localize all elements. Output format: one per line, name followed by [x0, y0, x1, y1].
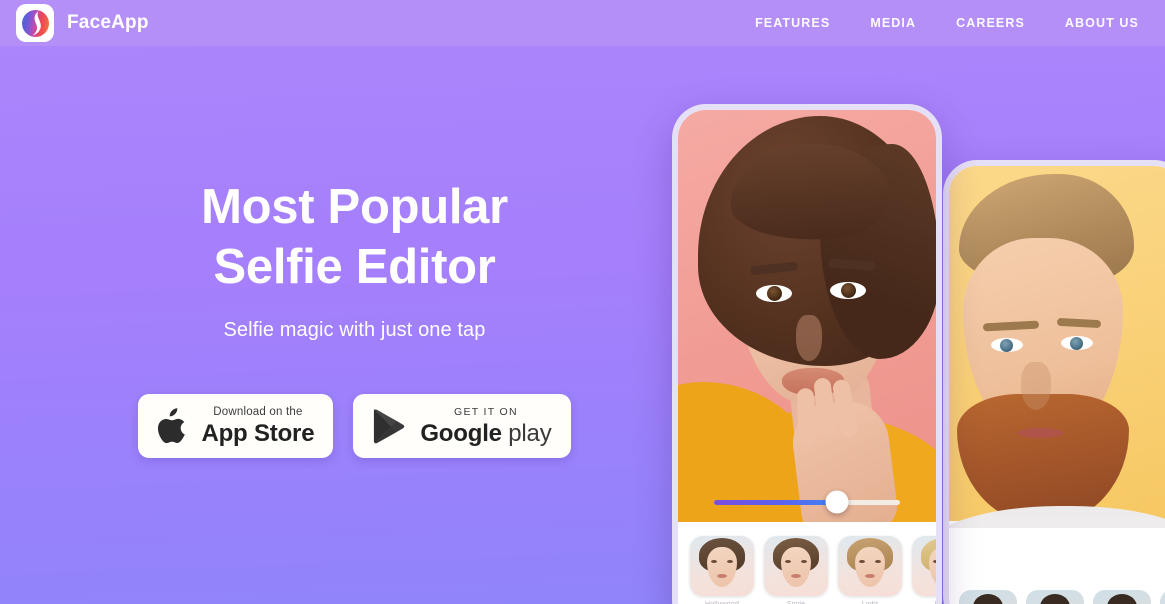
brand-logo-link[interactable]: FaceApp [16, 4, 149, 42]
app-store-small-label: Download on the [213, 405, 303, 418]
list-item[interactable]: Blond [912, 536, 936, 604]
logo-swoosh-icon [32, 11, 41, 35]
store-badges: Download on the App Store GET IT ON Goog… [85, 394, 625, 459]
site-header: FaceApp FEATURES MEDIA CAREERS ABOUT US [0, 0, 1165, 46]
thumbnail-item[interactable] [959, 590, 1017, 604]
hero-subtitle: Selfie magic with just one tap [223, 319, 486, 342]
nav-item-about-us[interactable]: ABOUT US [1065, 16, 1139, 30]
google-play-small-label: GET IT ON [454, 406, 518, 419]
brand-name: FaceApp [67, 12, 149, 33]
thumbnail-item[interactable] [1026, 590, 1084, 604]
nav-item-media[interactable]: MEDIA [870, 16, 916, 30]
main-navigation: FEATURES MEDIA CAREERS ABOUT US [755, 16, 1139, 30]
phone-back-bottom-panel [949, 528, 1165, 604]
headline-line-2: Selfie Editor [213, 239, 496, 294]
hero-section: Most Popular Selfie Editor Selfie magic … [0, 46, 709, 604]
nav-item-careers[interactable]: CAREERS [956, 16, 1025, 30]
phone-mockup-front: Hollywood Smile Light [672, 104, 942, 604]
google-play-button[interactable]: GET IT ON Google play [353, 394, 571, 459]
phone-mockup-back [943, 160, 1165, 604]
bearded-man-portrait-photo [949, 166, 1165, 521]
google-play-main-label-light: play [508, 419, 552, 447]
list-item[interactable]: Smile [764, 536, 828, 604]
slider-fill [714, 499, 837, 505]
filter-thumbnail-strip: Hollywood Smile Light [678, 522, 936, 604]
slider-thumb[interactable] [825, 490, 849, 514]
faceapp-logo-icon [16, 4, 54, 42]
woman-portrait-photo [678, 110, 936, 522]
headline-line-1: Most Popular [201, 179, 508, 234]
thumbnail-item[interactable] [1093, 590, 1151, 604]
intensity-slider[interactable] [714, 488, 900, 516]
page-title: Most Popular Selfie Editor [85, 178, 625, 298]
google-play-main-label: Google [420, 419, 502, 447]
google-play-icon [372, 408, 406, 444]
thumbnail-image [764, 536, 828, 596]
list-item[interactable]: Light [838, 536, 902, 604]
app-store-main-label: App Store [201, 420, 315, 448]
slider-track[interactable] [714, 490, 900, 514]
thumbnail-item[interactable] [1160, 590, 1165, 604]
app-store-button[interactable]: Download on the App Store [138, 394, 334, 459]
nav-item-features[interactable]: FEATURES [755, 16, 830, 30]
thumbnail-image [838, 536, 902, 596]
thumbnail-image [912, 536, 936, 596]
apple-icon [157, 408, 187, 444]
